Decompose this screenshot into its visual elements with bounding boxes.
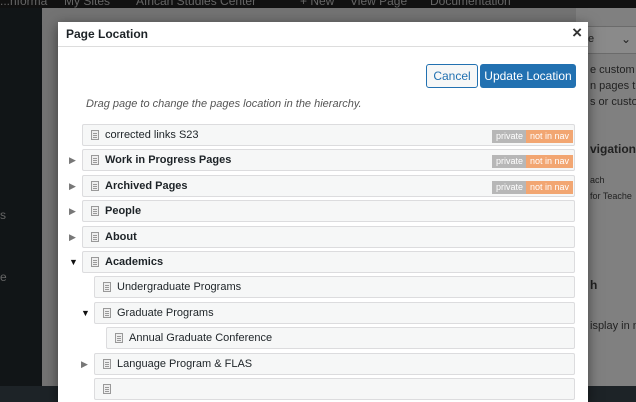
expand-toggle-icon[interactable]: ▶: [69, 232, 79, 243]
page-tree-item-label: Academics: [105, 256, 164, 268]
page-tree-item[interactable]: Archived Pages private not in nav: [82, 175, 575, 197]
admin-bar-item: African Studies Center: [136, 0, 257, 8]
not-in-nav-badge: not in nav: [526, 130, 574, 143]
page-tree-item[interactable]: Undergraduate Programs: [94, 276, 575, 298]
page-icon: [103, 282, 111, 292]
sidebar-item: s: [0, 208, 6, 222]
page-icon: [103, 308, 111, 318]
admin-bar-item: View Page: [350, 0, 408, 8]
page-tree-item[interactable]: Graduate Programs: [94, 302, 575, 324]
admin-bar: ...nforma My Sites African Studies Cente…: [0, 0, 636, 8]
instructions-text: Drag page to change the pages location i…: [86, 98, 362, 110]
private-badge: private: [492, 155, 528, 168]
page-tree-item-label: Graduate Programs: [117, 307, 214, 319]
private-badge: private: [492, 181, 528, 194]
panel-text: ach: [590, 175, 605, 185]
page-tree-item-label: Undergraduate Programs: [117, 281, 242, 293]
dialog-title: Page Location: [66, 27, 149, 41]
page-tree-item-label: About: [105, 231, 137, 243]
page-tree-item-label: People: [105, 205, 142, 217]
admin-bar-item: My Sites: [64, 0, 111, 8]
panel-text: e custom: [590, 64, 635, 76]
admin-bar-item: + New: [300, 0, 335, 8]
page-tree-item-label: Archived Pages: [105, 180, 188, 192]
update-location-button[interactable]: Update Location: [480, 64, 576, 88]
page-tree-item-label: corrected links S23: [105, 129, 199, 141]
page-tree-item[interactable]: About: [82, 226, 575, 248]
cancel-button[interactable]: Cancel: [426, 64, 478, 88]
admin-sidebar: s e: [0, 8, 42, 386]
page-tree-item-label: Work in Progress Pages: [105, 154, 232, 166]
close-icon[interactable]: ×: [572, 23, 582, 43]
page-icon: [91, 155, 99, 165]
not-in-nav-badge: not in nav: [526, 181, 574, 194]
chevron-down-icon: ⌄: [621, 32, 632, 46]
not-in-nav-badge: not in nav: [526, 155, 574, 168]
page-location-dialog: Page Location × Cancel Update Location D…: [58, 22, 588, 402]
panel-text: isplay in n: [590, 320, 636, 332]
page-icon: [103, 359, 111, 369]
sidebar-item: e: [0, 270, 7, 284]
collapse-toggle-icon[interactable]: ▼: [81, 308, 91, 318]
panel-heading: h: [590, 278, 598, 292]
page-icon: [91, 257, 99, 267]
expand-toggle-icon[interactable]: ▶: [69, 206, 79, 217]
page-tree-item[interactable]: corrected links S23 private not in nav: [82, 124, 575, 146]
admin-bar-item: Documentation: [430, 0, 511, 8]
private-badge: private: [492, 130, 528, 143]
panel-text: n pages th: [590, 80, 636, 92]
page-tree-item[interactable]: Academics: [82, 251, 575, 273]
page-tree-item[interactable]: [94, 378, 575, 400]
admin-bar-item: ...nforma: [0, 0, 48, 8]
panel-text: s or custo: [590, 96, 636, 108]
page-icon: [91, 206, 99, 216]
page-icon: [91, 130, 99, 140]
page-tree-item-label: Language Program & FLAS: [117, 358, 253, 370]
page-tree-item[interactable]: People: [82, 200, 575, 222]
page-icon: [91, 232, 99, 242]
panel-heading: vigation: [590, 142, 636, 156]
expand-toggle-icon[interactable]: ▶: [69, 155, 79, 166]
expand-toggle-icon[interactable]: ▶: [81, 359, 91, 370]
page-tree-item-label: Annual Graduate Conference: [129, 332, 273, 344]
expand-toggle-icon[interactable]: ▶: [69, 181, 79, 192]
page-icon: [91, 181, 99, 191]
page-icon: [115, 333, 123, 343]
collapse-toggle-icon[interactable]: ▼: [69, 257, 79, 267]
page-tree-item[interactable]: Annual Graduate Conference: [106, 327, 575, 349]
panel-text: for Teache: [590, 191, 632, 201]
page-tree-item[interactable]: Work in Progress Pages private not in nav: [82, 149, 575, 171]
dialog-header: Page Location ×: [58, 22, 588, 47]
page-tree-item[interactable]: Language Program & FLAS: [94, 353, 575, 375]
